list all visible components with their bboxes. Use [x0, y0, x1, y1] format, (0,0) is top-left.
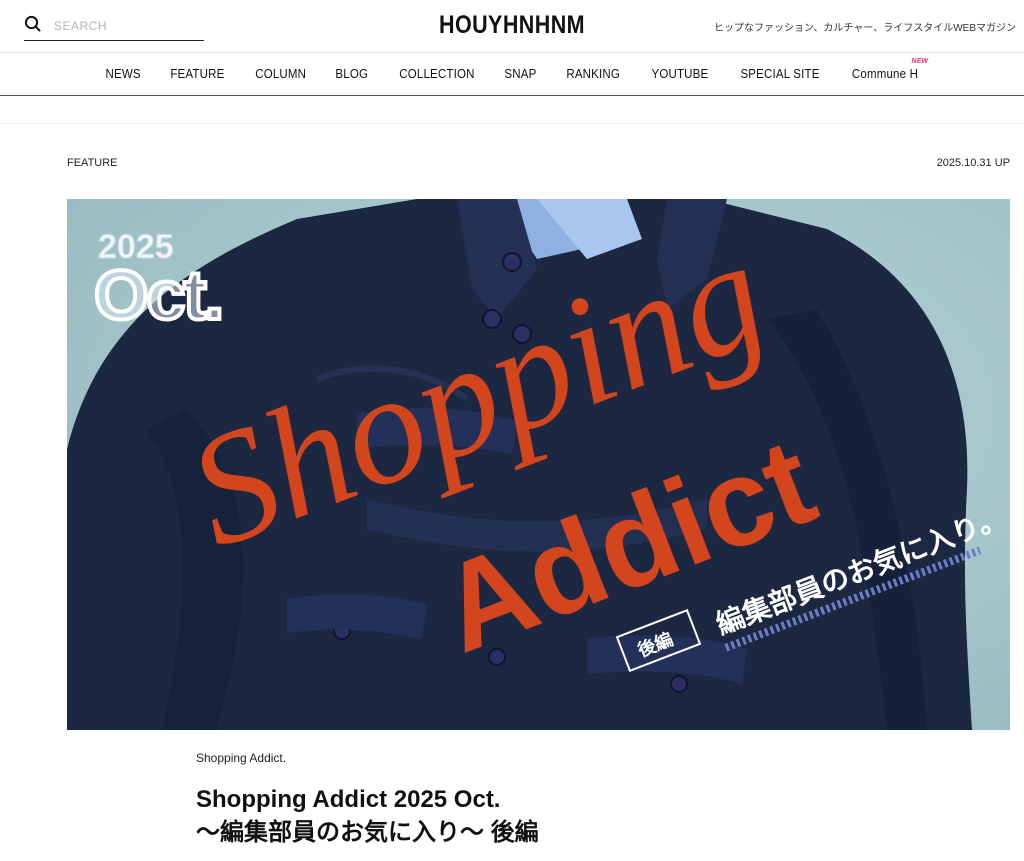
site-header: HOUYHNHNM ヒップなファッション、カルチャー、ライフスタイルWEBマガジ… [0, 0, 1024, 52]
article-header: Shopping Addict. Shopping Addict 2025 Oc… [196, 751, 956, 849]
article-category[interactable]: FEATURE [67, 157, 118, 169]
divider [0, 96, 1024, 124]
hero-month-text: Oct. [94, 256, 222, 334]
nav-news[interactable]: NEWS [93, 67, 152, 81]
article-title: Shopping Addict 2025 Oct. 〜編集部員のお気に入り〜 後… [196, 783, 956, 849]
article-kicker[interactable]: Shopping Addict. [196, 751, 956, 765]
search-icon[interactable] [24, 15, 42, 33]
new-badge: NEW [911, 56, 928, 65]
nav-commune-h[interactable]: Commune H NEW [839, 56, 929, 81]
nav-column[interactable]: COLUMN [243, 67, 318, 81]
nav-snap[interactable]: SNAP [493, 67, 549, 81]
article-meta: FEATURE 2025.10.31 UP [0, 124, 1024, 200]
article-date: 2025.10.31 UP [936, 157, 1010, 169]
hero-image[interactable]: 2025 Oct. Shopping Addict 後編 編集部員のお気に入り。 [67, 199, 1010, 730]
site-tagline: ヒップなファッション、カルチャー、ライフスタイルWEBマガジン [714, 23, 1016, 34]
hero-illustration: 2025 Oct. Shopping Addict 後編 編集部員のお気に入り。 [67, 199, 1010, 730]
nav-special-site[interactable]: SPECIAL SITE [728, 67, 831, 81]
nav-feature[interactable]: FEATURE [158, 67, 236, 81]
nav-ranking[interactable]: RANKING [555, 67, 633, 81]
article-title-line1: Shopping Addict 2025 Oct. [196, 786, 501, 813]
main-nav: NEWS FEATURE COLUMN BLOG COLLECTION SNAP… [0, 52, 1024, 96]
nav-commune-h-label: Commune H [851, 67, 918, 81]
nav-youtube[interactable]: YOUTUBE [639, 67, 720, 81]
nav-blog[interactable]: BLOG [323, 67, 380, 81]
article-title-line2: 〜編集部員のお気に入り〜 後編 [196, 819, 539, 846]
nav-collection[interactable]: COLLECTION [387, 67, 486, 81]
